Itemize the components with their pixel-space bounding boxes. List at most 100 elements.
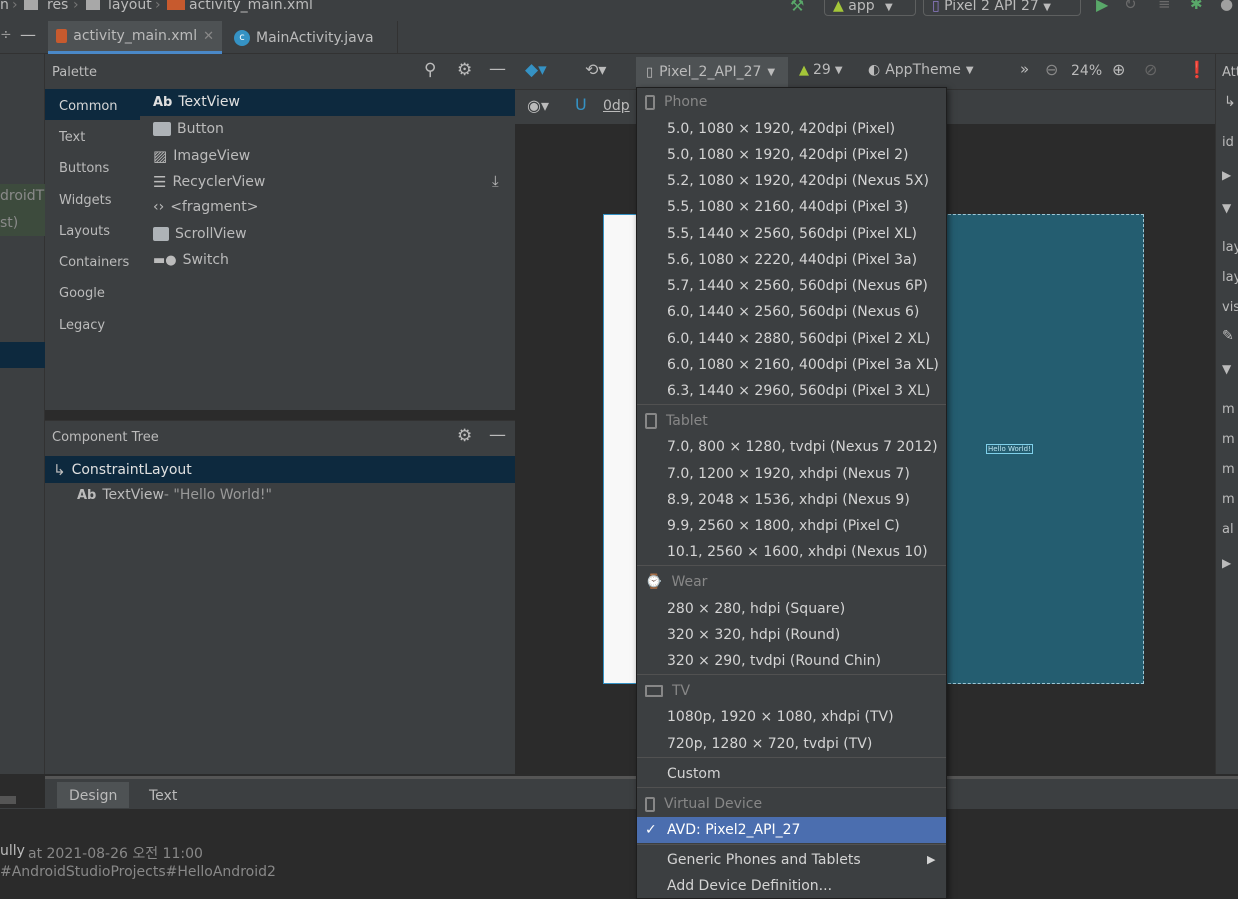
hello-world-textview[interactable]: Hello World! [986,444,1033,454]
palette-category-layouts[interactable]: Layouts [59,224,110,239]
palette-category-buttons[interactable]: Buttons [59,161,109,176]
device-option[interactable]: 5.5, 1080 × 2160, 440dpi (Pixel 3) [637,194,946,220]
generic-devices-option[interactable]: Generic Phones and Tablets ▶ [637,847,946,873]
split-icon[interactable]: ÷ [0,27,12,43]
minimize-icon[interactable]: — [489,59,506,79]
device-option[interactable]: 5.2, 1080 × 1920, 420dpi (Nexus 5X) [637,168,946,194]
attribute-label: m [1222,402,1235,417]
tree-item-constraintlayout[interactable]: ↳ ConstraintLayout [45,456,515,483]
zoom-level: 24% [1071,63,1103,79]
device-option[interactable]: 6.3, 1440 × 2960, 560dpi (Pixel 3 XL) [637,378,946,404]
layers-icon[interactable]: ◆▾ [525,60,547,80]
tree-item-textview[interactable]: Ab TextView- "Hello World!" [77,487,272,503]
run-icon[interactable]: ▶ [1096,0,1108,14]
attribute-label: m [1222,462,1235,477]
default-margin[interactable]: 0dp [603,98,630,114]
device-option[interactable]: 8.9, 2048 × 1536, xhdpi (Nexus 9) [637,487,946,513]
device-option[interactable]: 1080p, 1920 × 1080, xhdpi (TV) [637,704,946,730]
collapse-icon[interactable]: ▼ [1222,362,1231,376]
tab-activity-main[interactable]: activity_main.xml ✕ [48,21,222,54]
palette-item-scrollview[interactable]: ScrollView [153,226,247,242]
constraint-layout-icon: ↳ [53,460,66,479]
palette-item-fragment[interactable]: ‹› <fragment> [153,199,258,215]
device-option[interactable]: 7.0, 800 × 1280, tvdpi (Nexus 7 2012) [637,434,946,460]
magnet-icon[interactable]: U [575,95,587,114]
tab-design[interactable]: Design [57,782,130,811]
device-option[interactable]: 5.6, 1080 × 2220, 440dpi (Pixel 3a) [637,247,946,273]
theme-button[interactable]: ◐ AppTheme ▼ [868,62,974,78]
device-option[interactable]: 5.7, 1440 × 2560, 560dpi (Nexus 6P) [637,273,946,299]
palette-item-label: ImageView [173,148,251,164]
device-option[interactable]: 720p, 1280 × 720, tvdpi (TV) [637,731,946,757]
palette-item-imageview[interactable]: ▨ ImageView [153,147,250,165]
palette-category-common[interactable]: Common [59,99,118,114]
api-level-button[interactable]: ▲ 29 ▼ [799,62,843,78]
overflow-icon[interactable]: » [1020,60,1029,78]
tab-text[interactable]: Text [137,782,189,811]
tv-icon [645,685,663,697]
device-option[interactable]: 280 × 280, hdpi (Square) [637,596,946,622]
device-option[interactable]: 5.5, 1440 × 2560, 560dpi (Pixel XL) [637,221,946,247]
design-surface[interactable] [603,214,639,684]
palette-item-recyclerview[interactable]: ☰ RecyclerView [153,173,265,191]
palette-category-text[interactable]: Text [59,130,85,145]
palette-category-google[interactable]: Google [59,286,105,301]
hammer-icon[interactable]: ⚒ [790,0,804,15]
device-option[interactable]: 9.9, 2560 × 1800, xhdpi (Pixel C) [637,513,946,539]
breadcrumb-layout[interactable]: layout [108,0,152,13]
breadcrumb-res[interactable]: res [47,0,68,13]
separator [637,844,946,845]
avd-option-selected[interactable]: ✓ AVD: Pixel2_API_27 [637,817,946,843]
device-option[interactable]: 6.0, 1080 × 2160, 400dpi (Pixel 3a XL) [637,352,946,378]
collapse-icon[interactable]: ▼ [1222,201,1231,215]
device-option[interactable]: 5.0, 1080 × 1920, 420dpi (Pixel 2) [637,142,946,168]
palette-item-switch[interactable]: ▬● Switch [153,252,229,268]
palette-item-textview[interactable]: Ab TextView [153,94,240,110]
attribute-label: lay [1222,270,1238,285]
minimize-icon[interactable]: — [489,425,506,445]
module-selector[interactable]: ▲ app ▼ [824,0,916,16]
zoom-out-icon[interactable]: ⊖ [1045,60,1058,79]
breadcrumb-file[interactable]: activity_main.xml [189,0,313,13]
gear-icon[interactable]: ⚙ [457,426,472,446]
device-label: Pixel_2_API_27 [659,64,762,80]
tab-main-activity[interactable]: c MainActivity.java [226,21,398,54]
attribute-label: id [1222,135,1234,150]
expand-icon[interactable]: ▶ [1222,556,1231,570]
dropdown-header-virtual: Virtual Device [637,790,946,818]
warning-icon[interactable]: ❗ [1187,60,1207,79]
device-option[interactable]: 5.0, 1080 × 1920, 420dpi (Pixel) [637,116,946,142]
apply-changes-icon[interactable]: ↻ [1124,0,1137,13]
apply-code-icon[interactable]: ≡ [1158,0,1171,13]
device-option[interactable]: 7.0, 1200 × 1920, xhdpi (Nexus 7) [637,461,946,487]
palette-item-button[interactable]: Button [153,121,224,137]
orientation-icon[interactable]: ⟲▾ [585,60,606,79]
minimize-icon[interactable]: — [20,25,36,44]
expand-icon[interactable]: ▶ [1222,168,1231,182]
palette-category-containers[interactable]: Containers [59,255,129,270]
device-option[interactable]: 10.1, 2560 × 1600, xhdpi (Nexus 10) [637,539,946,565]
component-tree-title: Component Tree [52,430,159,445]
blueprint-surface[interactable]: Hello World! [943,214,1144,684]
device-dropdown-button[interactable]: ▯ Pixel_2_API_27 ▼ [636,57,788,87]
gear-icon[interactable]: ⚙ [457,60,472,80]
add-device-definition-option[interactable]: Add Device Definition... [637,873,946,899]
device-option[interactable]: 320 × 320, hdpi (Round) [637,622,946,648]
palette-category-legacy[interactable]: Legacy [59,318,105,333]
eye-icon[interactable]: ◉▾ [527,96,549,115]
download-icon[interactable]: ⤓ [492,172,499,190]
close-icon[interactable]: ✕ [203,29,214,44]
device-option[interactable]: 6.0, 1440 × 2560, 560dpi (Nexus 6) [637,299,946,325]
profile-icon[interactable]: ● [1220,0,1233,13]
device-option[interactable]: 320 × 290, tvdpi (Round Chin) [637,648,946,674]
palette-category-widgets[interactable]: Widgets [59,193,112,208]
search-icon[interactable]: ⚲ [424,60,436,80]
custom-device-option[interactable]: Custom [637,761,946,787]
device-selector[interactable]: ▯ Pixel 2 API 27 ▼ [923,0,1081,16]
scrollbar[interactable] [0,796,16,804]
device-option[interactable]: 6.0, 1440 × 2880, 560dpi (Pixel 2 XL) [637,326,946,352]
debug-icon[interactable]: ✱ [1190,0,1203,13]
zoom-in-icon[interactable]: ⊕ [1112,60,1125,79]
zoom-fit-icon[interactable]: ⊘ [1144,60,1157,79]
breadcrumb-project[interactable]: n [0,0,9,13]
